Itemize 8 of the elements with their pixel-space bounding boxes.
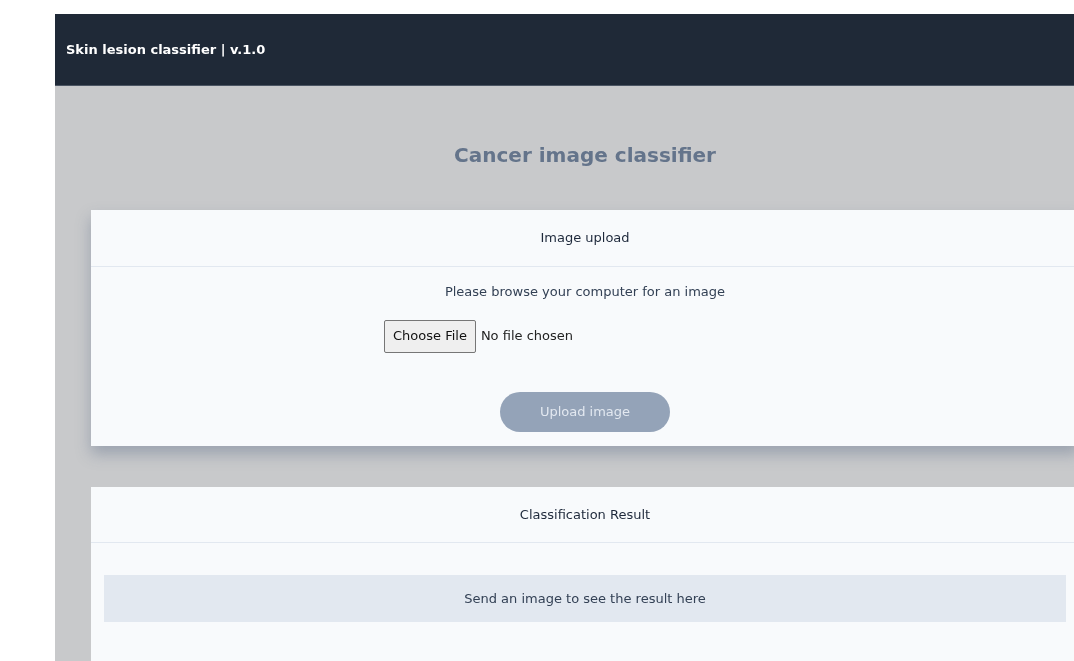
instruction-text: Please browse your computer for an image	[444, 283, 726, 301]
file-status: No file chosen	[480, 327, 573, 346]
result-message: Send an image to see the result here	[104, 575, 1066, 622]
card-header: Classification Result	[519, 505, 651, 524]
choose-file-button[interactable]: Choose File	[384, 319, 476, 353]
page-title: Cancer image classifier	[454, 142, 716, 169]
card-header: Image upload	[540, 229, 630, 248]
brand-title: Skin lesion classifier | v.1.0	[66, 40, 266, 59]
